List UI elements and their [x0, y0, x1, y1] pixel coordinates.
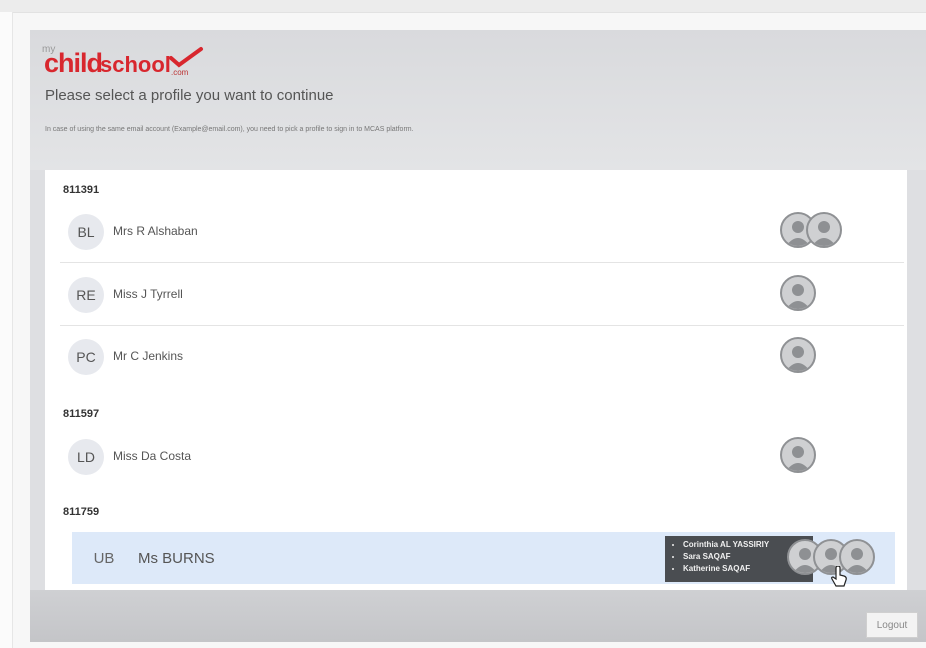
avatar: PC — [68, 339, 104, 375]
logout-button[interactable]: Logout — [866, 612, 918, 638]
profile-row[interactable]: PC Mr C Jenkins — [60, 327, 904, 387]
profile-row[interactable]: LD Miss Da Costa — [60, 427, 904, 487]
person-silhouette-icon — [780, 437, 816, 473]
profile-name: Mrs R Alshaban — [113, 224, 198, 238]
profile-name: Miss J Tyrrell — [113, 287, 183, 301]
panel-footer: Logout — [30, 590, 926, 642]
logo-suffix: .com — [171, 68, 189, 77]
profile-row[interactable]: RE Miss J Tyrrell — [60, 265, 904, 326]
instruction-note: In case of using the same email account … — [45, 126, 414, 133]
checkmark-icon — [169, 47, 203, 68]
children-avatars — [780, 212, 842, 252]
logo-school-text: school — [100, 52, 171, 77]
profile-row[interactable]: BL Mrs R Alshaban — [60, 202, 904, 263]
avatar: LD — [68, 439, 104, 475]
profile-row-selected[interactable]: UB Ms BURNS Corinthia AL YASSIRIY Sara S… — [72, 532, 895, 584]
children-avatars — [780, 437, 816, 477]
person-silhouette-icon — [806, 212, 842, 248]
group-label: 811597 — [63, 408, 100, 420]
person-silhouette-icon — [780, 275, 816, 311]
browser-left-strip — [0, 12, 13, 648]
panel-header: my child school .com Please select a pro… — [30, 30, 926, 170]
logo-child-text: child — [44, 48, 103, 78]
group-label: 811759 — [63, 506, 100, 518]
page-title: Please select a profile you want to cont… — [45, 87, 334, 104]
children-avatars — [780, 275, 816, 315]
profile-name: Miss Da Costa — [113, 449, 192, 463]
profile-selection-panel: my child school .com Please select a pro… — [30, 30, 926, 642]
profile-name: Ms BURNS — [138, 550, 215, 567]
avatar: RE — [68, 277, 104, 313]
children-avatars — [780, 337, 816, 377]
avatar: UB — [93, 549, 115, 567]
person-silhouette-icon — [780, 337, 816, 373]
hand-pointer-icon — [831, 566, 847, 587]
group-label: 811391 — [63, 184, 100, 196]
avatar: BL — [68, 214, 104, 250]
profile-name: Mr C Jenkins — [113, 349, 184, 363]
browser-top-strip — [0, 0, 926, 13]
profile-list: 811391 BL Mrs R Alshaban RE Miss J Tyrre… — [45, 170, 907, 590]
